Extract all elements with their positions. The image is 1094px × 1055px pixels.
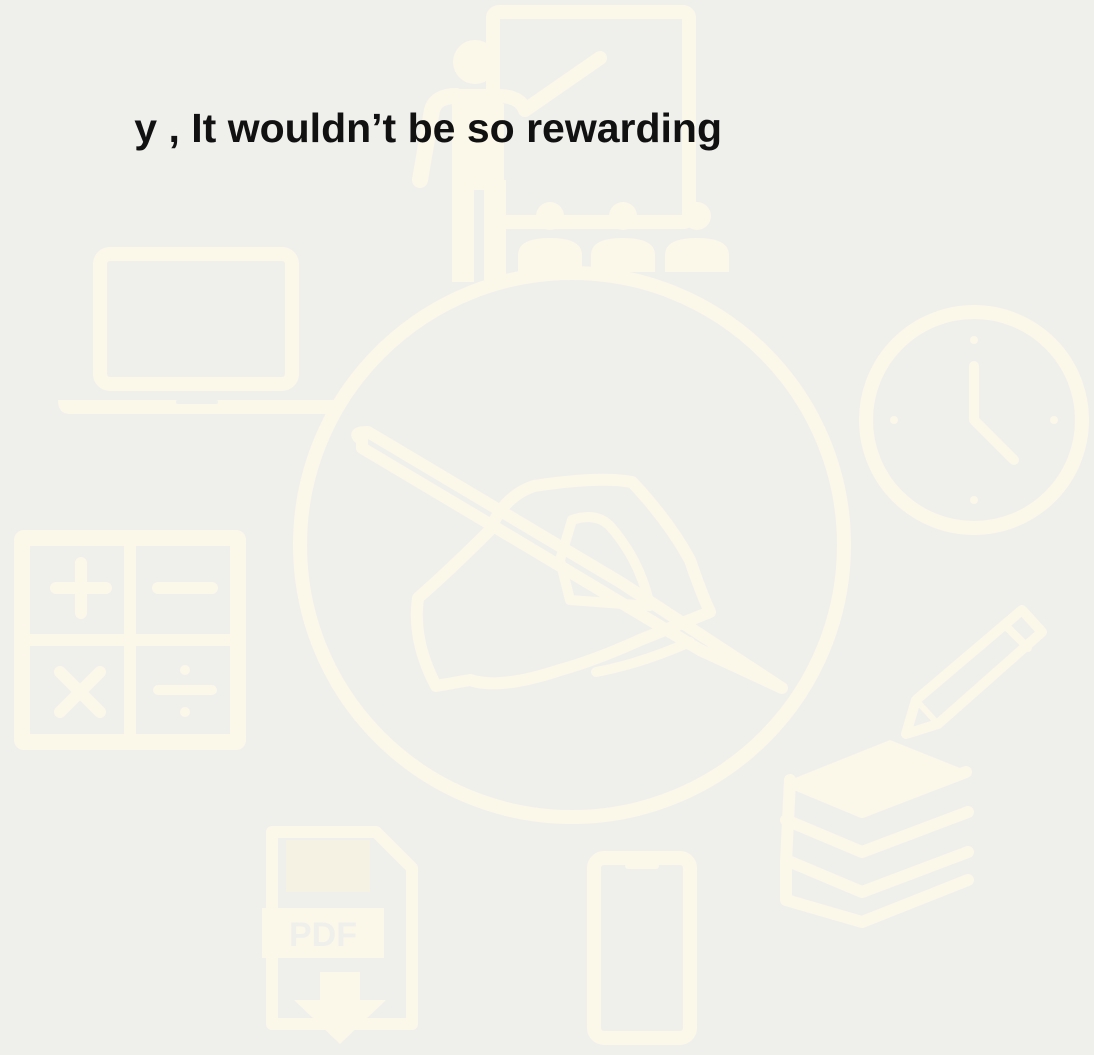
pencil-icon [901,605,1047,739]
pdf-label: PDF [289,916,357,954]
smartphone-icon [587,851,697,1045]
education-illustration: PDF [14,5,1089,1045]
hand-writing-icon [293,266,851,824]
calculator-icon [14,530,246,750]
audience-icon [518,202,729,272]
books-icon [780,740,974,928]
laptop-icon [58,247,338,414]
headline-text: y , It wouldn’t be so rewarding [134,105,722,151]
clock-icon [859,305,1089,535]
